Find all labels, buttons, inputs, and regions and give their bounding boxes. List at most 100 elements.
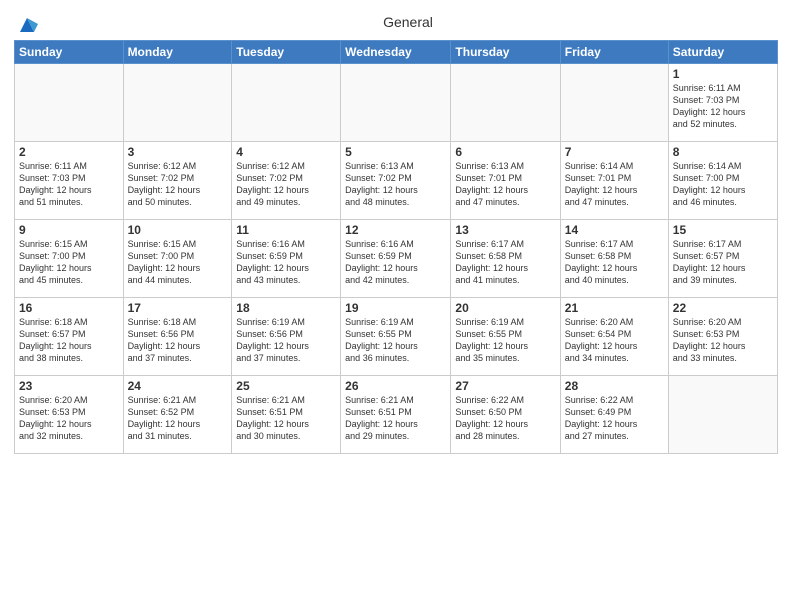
day-info: Sunrise: 6:11 AM Sunset: 7:03 PM Dayligh… — [19, 160, 119, 209]
day-number: 13 — [455, 223, 555, 237]
calendar-week-5: 23Sunrise: 6:20 AM Sunset: 6:53 PM Dayli… — [15, 376, 778, 454]
day-number: 28 — [565, 379, 664, 393]
calendar-cell — [232, 64, 341, 142]
day-number: 27 — [455, 379, 555, 393]
day-number: 12 — [345, 223, 446, 237]
day-info: Sunrise: 6:20 AM Sunset: 6:54 PM Dayligh… — [565, 316, 664, 365]
day-info: Sunrise: 6:15 AM Sunset: 7:00 PM Dayligh… — [19, 238, 119, 287]
day-info: Sunrise: 6:22 AM Sunset: 6:49 PM Dayligh… — [565, 394, 664, 443]
day-number: 26 — [345, 379, 446, 393]
day-info: Sunrise: 6:18 AM Sunset: 6:56 PM Dayligh… — [128, 316, 228, 365]
calendar-cell: 12Sunrise: 6:16 AM Sunset: 6:59 PM Dayli… — [341, 220, 451, 298]
day-info: Sunrise: 6:14 AM Sunset: 7:00 PM Dayligh… — [673, 160, 773, 209]
day-info: Sunrise: 6:12 AM Sunset: 7:02 PM Dayligh… — [236, 160, 336, 209]
day-info: Sunrise: 6:20 AM Sunset: 6:53 PM Dayligh… — [673, 316, 773, 365]
calendar-cell: 17Sunrise: 6:18 AM Sunset: 6:56 PM Dayli… — [123, 298, 232, 376]
weekday-header-monday: Monday — [123, 41, 232, 64]
calendar-cell — [451, 64, 560, 142]
weekday-header-sunday: Sunday — [15, 41, 124, 64]
calendar-cell: 26Sunrise: 6:21 AM Sunset: 6:51 PM Dayli… — [341, 376, 451, 454]
calendar-cell: 23Sunrise: 6:20 AM Sunset: 6:53 PM Dayli… — [15, 376, 124, 454]
calendar-cell — [341, 64, 451, 142]
day-number: 19 — [345, 301, 446, 315]
calendar-header-row: SundayMondayTuesdayWednesdayThursdayFrid… — [15, 41, 778, 64]
calendar-cell: 24Sunrise: 6:21 AM Sunset: 6:52 PM Dayli… — [123, 376, 232, 454]
calendar-week-3: 9Sunrise: 6:15 AM Sunset: 7:00 PM Daylig… — [15, 220, 778, 298]
logo-icon — [16, 14, 38, 36]
day-number: 2 — [19, 145, 119, 159]
calendar-cell: 18Sunrise: 6:19 AM Sunset: 6:56 PM Dayli… — [232, 298, 341, 376]
day-number: 4 — [236, 145, 336, 159]
day-number: 14 — [565, 223, 664, 237]
weekday-header-thursday: Thursday — [451, 41, 560, 64]
calendar-cell: 2Sunrise: 6:11 AM Sunset: 7:03 PM Daylig… — [15, 142, 124, 220]
day-info: Sunrise: 6:19 AM Sunset: 6:55 PM Dayligh… — [345, 316, 446, 365]
calendar-cell — [15, 64, 124, 142]
logo — [14, 14, 38, 36]
calendar-cell: 16Sunrise: 6:18 AM Sunset: 6:57 PM Dayli… — [15, 298, 124, 376]
day-info: Sunrise: 6:13 AM Sunset: 7:02 PM Dayligh… — [345, 160, 446, 209]
day-number: 7 — [565, 145, 664, 159]
calendar-cell: 4Sunrise: 6:12 AM Sunset: 7:02 PM Daylig… — [232, 142, 341, 220]
day-number: 20 — [455, 301, 555, 315]
day-number: 3 — [128, 145, 228, 159]
day-number: 5 — [345, 145, 446, 159]
day-info: Sunrise: 6:16 AM Sunset: 6:59 PM Dayligh… — [236, 238, 336, 287]
day-number: 24 — [128, 379, 228, 393]
day-info: Sunrise: 6:16 AM Sunset: 6:59 PM Dayligh… — [345, 238, 446, 287]
header: General — [14, 10, 778, 36]
day-number: 17 — [128, 301, 228, 315]
day-info: Sunrise: 6:22 AM Sunset: 6:50 PM Dayligh… — [455, 394, 555, 443]
day-number: 15 — [673, 223, 773, 237]
calendar-cell: 9Sunrise: 6:15 AM Sunset: 7:00 PM Daylig… — [15, 220, 124, 298]
weekday-header-tuesday: Tuesday — [232, 41, 341, 64]
day-number: 23 — [19, 379, 119, 393]
day-info: Sunrise: 6:18 AM Sunset: 6:57 PM Dayligh… — [19, 316, 119, 365]
day-number: 8 — [673, 145, 773, 159]
day-number: 21 — [565, 301, 664, 315]
day-info: Sunrise: 6:19 AM Sunset: 6:56 PM Dayligh… — [236, 316, 336, 365]
weekday-header-wednesday: Wednesday — [341, 41, 451, 64]
day-number: 1 — [673, 67, 773, 81]
calendar-cell — [123, 64, 232, 142]
calendar-cell: 7Sunrise: 6:14 AM Sunset: 7:01 PM Daylig… — [560, 142, 668, 220]
day-info: Sunrise: 6:21 AM Sunset: 6:52 PM Dayligh… — [128, 394, 228, 443]
calendar-week-4: 16Sunrise: 6:18 AM Sunset: 6:57 PM Dayli… — [15, 298, 778, 376]
calendar-cell: 6Sunrise: 6:13 AM Sunset: 7:01 PM Daylig… — [451, 142, 560, 220]
calendar-cell: 14Sunrise: 6:17 AM Sunset: 6:58 PM Dayli… — [560, 220, 668, 298]
calendar-cell: 15Sunrise: 6:17 AM Sunset: 6:57 PM Dayli… — [668, 220, 777, 298]
day-number: 6 — [455, 145, 555, 159]
calendar-cell: 21Sunrise: 6:20 AM Sunset: 6:54 PM Dayli… — [560, 298, 668, 376]
calendar-cell — [668, 376, 777, 454]
day-number: 9 — [19, 223, 119, 237]
page-container: General SundayMondayTuesdayWednesdayThur… — [0, 0, 792, 462]
day-info: Sunrise: 6:21 AM Sunset: 6:51 PM Dayligh… — [236, 394, 336, 443]
calendar-week-2: 2Sunrise: 6:11 AM Sunset: 7:03 PM Daylig… — [15, 142, 778, 220]
day-info: Sunrise: 6:15 AM Sunset: 7:00 PM Dayligh… — [128, 238, 228, 287]
day-info: Sunrise: 6:17 AM Sunset: 6:58 PM Dayligh… — [565, 238, 664, 287]
calendar-cell: 19Sunrise: 6:19 AM Sunset: 6:55 PM Dayli… — [341, 298, 451, 376]
logo-general-2: General — [383, 14, 433, 30]
day-info: Sunrise: 6:21 AM Sunset: 6:51 PM Dayligh… — [345, 394, 446, 443]
calendar-cell: 25Sunrise: 6:21 AM Sunset: 6:51 PM Dayli… — [232, 376, 341, 454]
day-number: 10 — [128, 223, 228, 237]
calendar-cell: 13Sunrise: 6:17 AM Sunset: 6:58 PM Dayli… — [451, 220, 560, 298]
calendar-week-1: 1Sunrise: 6:11 AM Sunset: 7:03 PM Daylig… — [15, 64, 778, 142]
calendar-cell: 11Sunrise: 6:16 AM Sunset: 6:59 PM Dayli… — [232, 220, 341, 298]
day-info: Sunrise: 6:17 AM Sunset: 6:57 PM Dayligh… — [673, 238, 773, 287]
weekday-header-saturday: Saturday — [668, 41, 777, 64]
day-number: 16 — [19, 301, 119, 315]
day-number: 11 — [236, 223, 336, 237]
calendar-cell: 20Sunrise: 6:19 AM Sunset: 6:55 PM Dayli… — [451, 298, 560, 376]
day-info: Sunrise: 6:11 AM Sunset: 7:03 PM Dayligh… — [673, 82, 773, 131]
day-number: 22 — [673, 301, 773, 315]
calendar-cell: 27Sunrise: 6:22 AM Sunset: 6:50 PM Dayli… — [451, 376, 560, 454]
day-info: Sunrise: 6:19 AM Sunset: 6:55 PM Dayligh… — [455, 316, 555, 365]
calendar-cell: 3Sunrise: 6:12 AM Sunset: 7:02 PM Daylig… — [123, 142, 232, 220]
day-number: 25 — [236, 379, 336, 393]
calendar-cell — [560, 64, 668, 142]
calendar-cell: 10Sunrise: 6:15 AM Sunset: 7:00 PM Dayli… — [123, 220, 232, 298]
day-info: Sunrise: 6:20 AM Sunset: 6:53 PM Dayligh… — [19, 394, 119, 443]
weekday-header-friday: Friday — [560, 41, 668, 64]
calendar-cell: 1Sunrise: 6:11 AM Sunset: 7:03 PM Daylig… — [668, 64, 777, 142]
